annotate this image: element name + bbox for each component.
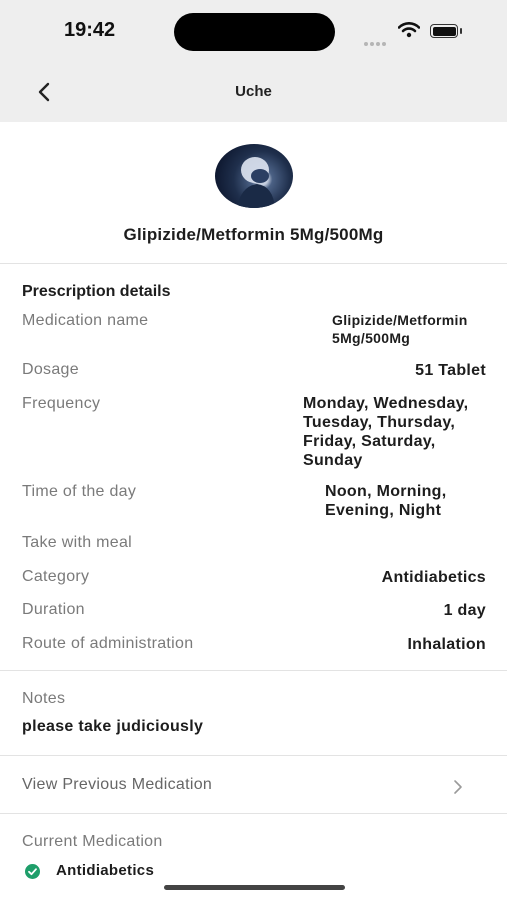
value-duration: 1 day (443, 602, 486, 619)
label-route: Route of administration (22, 635, 194, 652)
label-dosage: Dosage (22, 361, 79, 378)
value-category: Antidiabetics (381, 569, 486, 586)
label-take-with-meal: Take with meal (22, 534, 133, 551)
label-duration: Duration (22, 601, 85, 618)
view-previous-medication-label: View Previous Medication (22, 776, 213, 793)
notes-text: please take judiciously (22, 718, 204, 735)
nav-bar: Uche (0, 62, 507, 122)
label-medication-name: Medication name (22, 312, 149, 329)
wifi-icon (397, 22, 421, 43)
value-medication-name: Glipizide/Metformin 5Mg/500Mg (332, 312, 468, 346)
medication-title: Glipizide/Metformin 5Mg/500Mg (123, 225, 384, 244)
value-dosage: 51 Tablet (415, 362, 486, 379)
dynamic-island (174, 13, 335, 51)
current-medication-label: Current Medication (22, 833, 163, 850)
status-time: 19:42 (64, 19, 116, 41)
chevron-right-icon (452, 778, 464, 801)
view-previous-medication-button[interactable]: View Previous Medication (0, 756, 507, 814)
check-circle-icon (25, 864, 40, 879)
section-title-prescription: Prescription details (22, 283, 171, 300)
page-title: Uche (235, 83, 272, 100)
label-time-of-day: Time of the day (22, 483, 137, 500)
medication-header: Glipizide/Metformin 5Mg/500Mg (0, 122, 507, 263)
status-bar: 19:42 (0, 0, 507, 62)
avatar (215, 144, 293, 208)
notes-label: Notes (22, 690, 66, 707)
cellular-signal-icon (364, 33, 388, 51)
current-medication-item: Antidiabetics (56, 862, 155, 879)
label-category: Category (22, 568, 90, 585)
value-route: Inhalation (407, 636, 486, 653)
label-frequency: Frequency (22, 395, 101, 412)
divider (0, 813, 507, 814)
home-indicator[interactable] (164, 885, 345, 890)
value-frequency: Monday, Wednesday, Tuesday, Thursday, Fr… (303, 395, 469, 469)
battery-icon (430, 24, 462, 38)
divider (0, 263, 507, 264)
divider (0, 670, 507, 671)
value-time-of-day: Noon, Morning, Evening, Night (325, 483, 447, 519)
